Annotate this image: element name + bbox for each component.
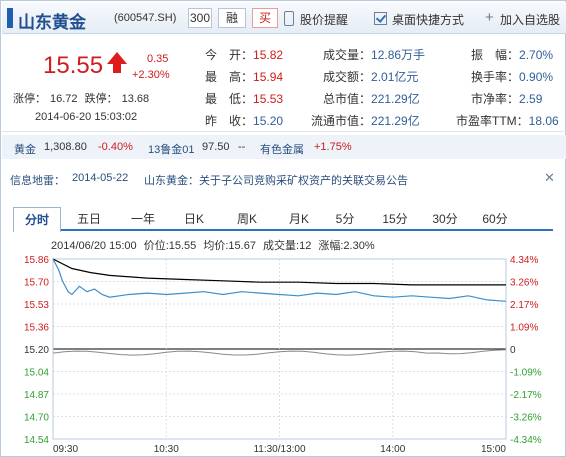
y-tick-label: 15.36 bbox=[24, 323, 49, 334]
field-turnover-rate: 换手率：0.90% bbox=[471, 70, 554, 84]
tab-60min[interactable]: 60分 bbox=[473, 207, 517, 231]
field-market-cap: 总市值：221.29亿 bbox=[323, 92, 420, 106]
stock-code: (600547.SH) bbox=[114, 12, 177, 24]
x-tick-label: 10:30 bbox=[154, 444, 179, 455]
plus-icon: + bbox=[485, 9, 494, 26]
tab-15min[interactable]: 15分 bbox=[373, 207, 417, 231]
right-axis: 4.34% 3.26% 2.17% 1.09% 0 -1.09% -2.17% -3.26% -… bbox=[510, 255, 542, 446]
left-axis: 15.86 15.70 15.53 15.36 15.20 15.04 14.87 14.70… bbox=[24, 255, 49, 446]
close-icon[interactable]: ✕ bbox=[544, 170, 555, 186]
limit-down-value: 13.68 bbox=[121, 93, 150, 105]
y-tick-label: 14.54 bbox=[24, 435, 49, 446]
futures-price: 97.50 bbox=[202, 141, 230, 153]
limit-up-value: 16.72 bbox=[50, 93, 78, 105]
checkbox-icon[interactable] bbox=[374, 12, 387, 25]
intraday-chart[interactable]: 15.86 15.70 15.53 15.36 15.20 15.04 14.87 14.70… bbox=[1, 248, 566, 457]
news-link[interactable]: 山东黄金：关于子公司竞购采矿权资产的关联交易公告 bbox=[144, 172, 408, 188]
tab-30min[interactable]: 30分 bbox=[423, 207, 467, 231]
gold-label[interactable]: 黄金 bbox=[14, 141, 36, 157]
phone-icon bbox=[284, 11, 294, 26]
futures-change: -- bbox=[238, 141, 246, 153]
field-pb-ratio: 市净率：2.59 bbox=[471, 92, 543, 106]
quote-panel: 山东黄金 (600547.SH) 300 融 买 股价提醒 桌面快捷方式 + 加… bbox=[0, 0, 566, 457]
buy-button[interactable]: 买 bbox=[252, 8, 278, 28]
quote-time: 2014-06-20 15:03:02 bbox=[35, 111, 138, 123]
y2-tick-label: 1.09% bbox=[510, 323, 538, 334]
field-amplitude: 振 幅：2.70% bbox=[471, 48, 554, 62]
y-tick-label: 15.70 bbox=[24, 278, 49, 289]
price-alert-link[interactable]: 股价提醒 bbox=[300, 11, 348, 28]
x-tick-label: 15:00 bbox=[481, 444, 506, 455]
tab-intraday[interactable]: 分时 bbox=[13, 207, 61, 232]
field-pe-ratio: 市盈率TTM：18.06 bbox=[456, 114, 559, 128]
tab-5day[interactable]: 五日 bbox=[65, 207, 113, 231]
divider bbox=[2, 131, 566, 132]
futures-label[interactable]: 13鲁金01 bbox=[148, 141, 194, 157]
field-open: 今 开：15.82 bbox=[205, 48, 284, 62]
desktop-shortcut-link[interactable]: 桌面快捷方式 bbox=[392, 11, 464, 28]
field-turnover-amount: 成交额：2.01亿元 bbox=[323, 70, 419, 84]
x-tick-label: 11:30/13:00 bbox=[253, 444, 306, 455]
stock-name[interactable]: 山东黄金 bbox=[18, 8, 86, 33]
tab-daily-k[interactable]: 日K bbox=[170, 207, 218, 231]
y2-tick-label: -1.09% bbox=[510, 368, 542, 379]
y-tick-label: 15.04 bbox=[24, 368, 49, 379]
tab-monthly-k[interactable]: 月K bbox=[275, 207, 323, 231]
price-change: 0.35 bbox=[147, 53, 169, 65]
y2-tick-label: -3.26% bbox=[510, 413, 542, 424]
gold-price: 1,308.80 bbox=[44, 141, 87, 153]
x-tick-label: 09:30 bbox=[53, 444, 78, 455]
x-axis: 09:30 10:30 11:30/13:00 14:00 15:00 bbox=[53, 444, 506, 455]
limit-up-label: 涨停： bbox=[13, 93, 46, 105]
tab-5min[interactable]: 5分 bbox=[325, 207, 365, 231]
y2-tick-label: -2.17% bbox=[510, 390, 542, 401]
period-tabs: 分时 五日 一年 日K 周K 月K 5分 15分 30分 60分 bbox=[13, 207, 553, 232]
index-300-button[interactable]: 300 bbox=[188, 8, 212, 28]
tab-1year[interactable]: 一年 bbox=[119, 207, 167, 231]
x-tick-label: 14:00 bbox=[380, 444, 405, 455]
y2-tick-label: 3.26% bbox=[510, 278, 538, 289]
header-bar: 山东黄金 (600547.SH) 300 融 买 股价提醒 桌面快捷方式 + 加… bbox=[2, 2, 566, 34]
chart-grid bbox=[52, 258, 507, 440]
y-tick-label: 15.86 bbox=[24, 255, 49, 266]
gold-change: -0.40% bbox=[98, 141, 133, 153]
tab-weekly-k[interactable]: 周K bbox=[223, 207, 271, 231]
y2-tick-label: 2.17% bbox=[510, 300, 538, 311]
field-high: 最 高：15.94 bbox=[205, 70, 284, 84]
y-tick-label: 15.20 bbox=[24, 345, 49, 356]
field-float-cap: 流通市值：221.29亿 bbox=[311, 114, 420, 128]
news-label: 信息地雷： bbox=[10, 175, 65, 187]
y-tick-label: 14.70 bbox=[24, 413, 49, 424]
y2-tick-label: 0 bbox=[510, 345, 516, 356]
news-date: 2014-05-22 bbox=[72, 172, 129, 184]
y2-tick-label: -4.34% bbox=[510, 435, 542, 446]
field-volume: 成交量：12.86万手 bbox=[323, 48, 426, 62]
price-change-pct: +2.30% bbox=[132, 69, 170, 81]
field-low: 最 低：15.53 bbox=[205, 92, 284, 106]
y-tick-label: 14.87 bbox=[24, 390, 49, 401]
field-prev-close: 昨 收：15.20 bbox=[205, 114, 284, 128]
current-price: 15.55 bbox=[43, 52, 104, 79]
brand-mark bbox=[7, 8, 13, 28]
news-bar: 信息地雷： 2014-05-22 山东黄金：关于子公司竞购采矿权资产的关联交易公… bbox=[2, 167, 566, 189]
metal-sector-change: +1.75% bbox=[314, 141, 352, 153]
limit-prices: 涨停： 16.72 跌停： 13.68 bbox=[13, 90, 153, 106]
limit-down-label: 跌停： bbox=[84, 93, 118, 105]
metal-sector-label[interactable]: 有色金属 bbox=[260, 141, 304, 157]
y2-tick-label: 4.34% bbox=[510, 255, 538, 266]
margin-button[interactable]: 融 bbox=[218, 8, 246, 28]
up-arrow-stem bbox=[113, 63, 121, 73]
add-watchlist-link[interactable]: 加入自选股 bbox=[500, 11, 560, 28]
y-tick-label: 15.53 bbox=[24, 300, 49, 311]
related-quotes-bar: 黄金 1,308.80 -0.40% 13鲁金01 97.50 -- 有色金属 … bbox=[2, 135, 566, 159]
